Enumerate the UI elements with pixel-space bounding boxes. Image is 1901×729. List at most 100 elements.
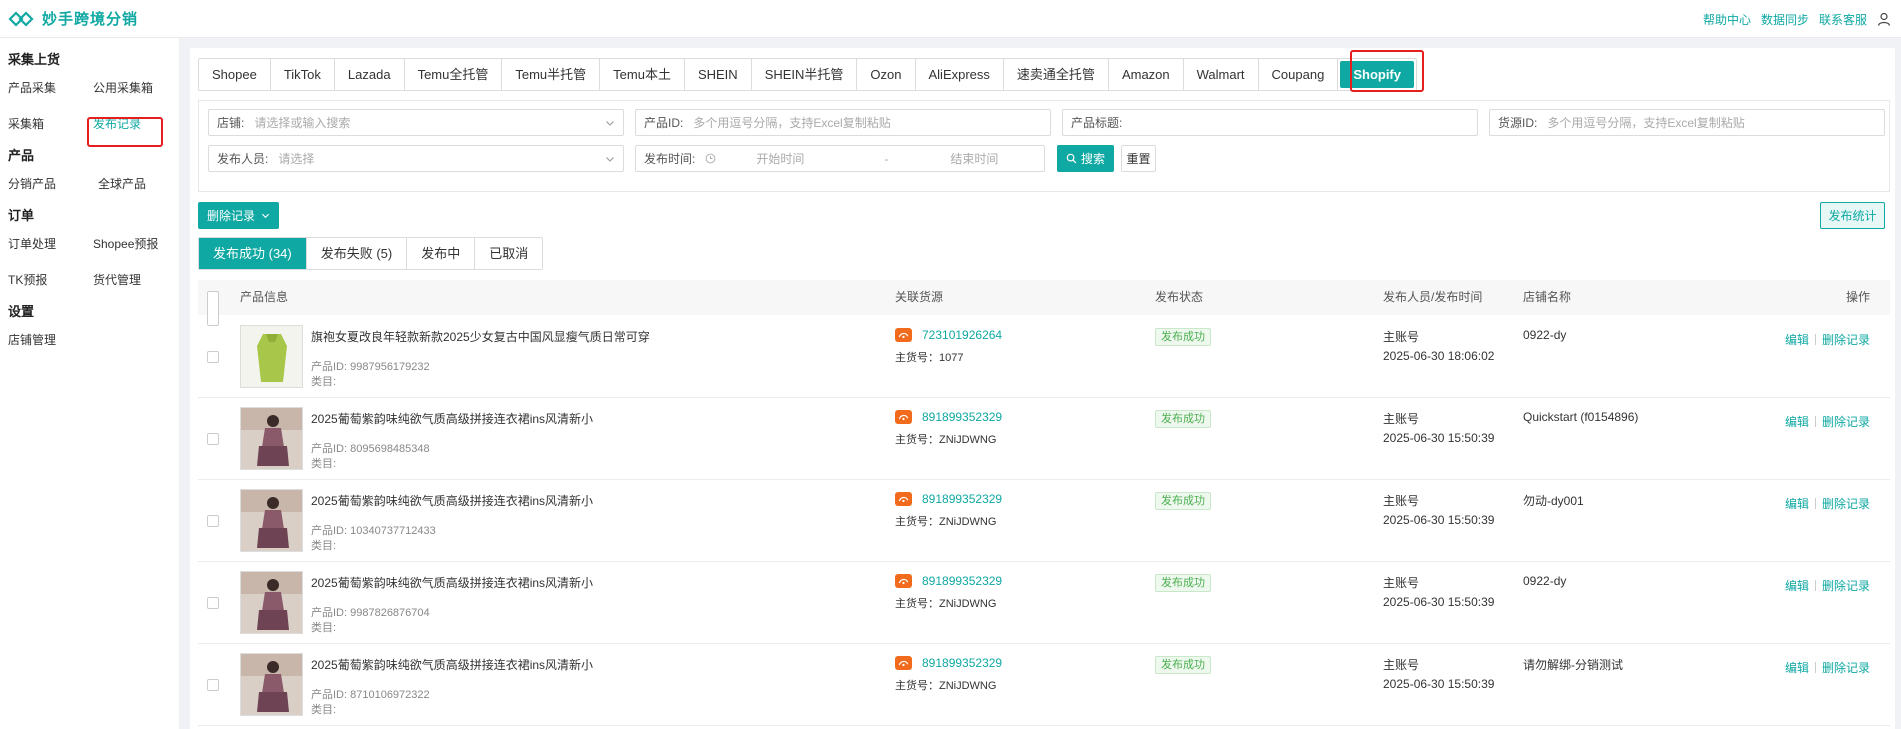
tab-walmart[interactable]: Walmart	[1184, 59, 1259, 90]
contact-support-link[interactable]: 联系客服	[1819, 11, 1867, 28]
product-id-input[interactable]: 产品ID: 多个用逗号分隔，支持Excel复制粘贴	[635, 109, 1051, 136]
tab-aliexpress-full[interactable]: 速卖通全托管	[1004, 59, 1109, 90]
search-button[interactable]: 搜索	[1057, 145, 1114, 172]
product-id: 产品ID: 10340737712433	[311, 525, 436, 537]
source-id-link[interactable]: 891899352329	[922, 574, 1002, 588]
product-category: 类目:	[311, 376, 337, 388]
tab-aliexpress[interactable]: AliExpress	[916, 59, 1004, 90]
row-checkbox[interactable]	[207, 679, 219, 691]
supply-id-input[interactable]: 货源ID: 多个用逗号分隔，支持Excel复制粘贴	[1489, 109, 1885, 136]
action-divider	[1814, 416, 1816, 427]
product-image	[241, 408, 302, 469]
row-checkbox[interactable]	[207, 433, 219, 445]
row-actions: 编辑 删除记录	[1785, 495, 1870, 512]
data-sync-link[interactable]: 数据同步	[1761, 11, 1809, 28]
reset-button[interactable]: 重置	[1121, 145, 1156, 172]
column-header-actions: 操作	[1845, 290, 1870, 304]
product-thumbnail[interactable]	[240, 571, 303, 634]
product-title-input[interactable]: 产品标题:	[1062, 109, 1478, 136]
sidebar-item-global-products[interactable]: 全球产品	[93, 166, 178, 202]
sidebar-group-title: 产品	[8, 148, 35, 163]
sidebar-group-title: 采集上货	[8, 52, 61, 67]
source-id-link[interactable]: 891899352329	[922, 410, 1002, 424]
sidebar-item-product-collect[interactable]: 产品采集	[8, 70, 93, 106]
table-row: 2025葡萄紫韵味纯欲气质高级拼接连衣裙ins风清新小 产品ID: 809569…	[198, 398, 1890, 480]
tab-temu-local[interactable]: Temu本土	[600, 59, 685, 90]
publisher-name: 主账号	[1383, 330, 1420, 344]
source-id-link[interactable]: 891899352329	[922, 656, 1002, 670]
help-center-link[interactable]: 帮助中心	[1703, 11, 1751, 28]
sidebar-item-distribution-products[interactable]: 分销产品	[8, 166, 93, 202]
chevron-down-icon	[606, 120, 614, 126]
publish-time-range[interactable]: 发布时间: 开始时间 - 结束时间	[635, 145, 1045, 172]
tab-shopify[interactable]: Shopify	[1340, 61, 1414, 88]
status-badge: 发布成功	[1155, 328, 1211, 346]
start-time-placeholder[interactable]: 开始时间	[756, 150, 804, 167]
chevron-down-icon	[606, 156, 614, 162]
edit-button[interactable]: 编辑	[1785, 495, 1809, 512]
user-icon[interactable]	[1877, 12, 1891, 26]
table-row: 2025葡萄紫韵味纯欲气质高级拼接连衣裙ins风清新小 产品ID: 998782…	[198, 562, 1890, 644]
delete-records-button[interactable]: 删除记录	[198, 202, 279, 229]
sidebar-group-title: 设置	[8, 304, 35, 319]
top-header: 妙手跨境分销 帮助中心 数据同步 联系客服	[0, 0, 1901, 38]
sidebar-item-collect-box[interactable]: 采集箱	[8, 106, 93, 142]
app-logo[interactable]: 妙手跨境分销	[8, 8, 138, 29]
delete-record-button[interactable]: 删除记录	[1822, 577, 1870, 594]
tab-tiktok[interactable]: TikTok	[271, 59, 335, 90]
search-icon	[1066, 153, 1077, 164]
sidebar-item-shop-management[interactable]: 店铺管理	[8, 322, 93, 358]
source-id-link[interactable]: 891899352329	[922, 492, 1002, 506]
tab-lazada[interactable]: Lazada	[335, 59, 405, 90]
delete-record-button[interactable]: 删除记录	[1822, 413, 1870, 430]
tab-publishing[interactable]: 发布中	[407, 238, 476, 269]
tab-amazon[interactable]: Amazon	[1109, 59, 1184, 90]
shop-name: Quickstart (f0154896)	[1523, 410, 1639, 424]
tab-shein[interactable]: SHEIN	[685, 59, 752, 90]
publisher-placeholder: 请选择	[278, 152, 315, 166]
row-checkbox[interactable]	[207, 515, 219, 527]
edit-button[interactable]: 编辑	[1785, 413, 1809, 430]
end-time-placeholder[interactable]: 结束时间	[950, 150, 998, 167]
product-id: 产品ID: 8095698485348	[311, 443, 430, 455]
sidebar-item-forwarder[interactable]: 货代管理	[93, 262, 178, 298]
edit-button[interactable]: 编辑	[1785, 577, 1809, 594]
row-checkbox[interactable]	[207, 597, 219, 609]
sidebar-item-public-box[interactable]: 公用采集箱	[93, 70, 178, 106]
tab-cancelled[interactable]: 已取消	[475, 238, 542, 269]
edit-button[interactable]: 编辑	[1785, 331, 1809, 348]
sidebar: 采集上货 产品采集 公用采集箱 采集箱 发布记录 产品 分销产品 全球产品 订单…	[0, 38, 180, 729]
delete-record-button[interactable]: 删除记录	[1822, 659, 1870, 676]
product-thumbnail[interactable]	[240, 407, 303, 470]
sidebar-item-order-processing[interactable]: 订单处理	[8, 226, 93, 262]
tab-ozon[interactable]: Ozon	[857, 59, 916, 90]
product-thumbnail[interactable]	[240, 653, 303, 716]
edit-button[interactable]: 编辑	[1785, 659, 1809, 676]
app-name: 妙手跨境分销	[42, 11, 139, 28]
shop-select[interactable]: 店铺: 请选择或输入搜索	[208, 109, 624, 136]
tab-coupang[interactable]: Coupang	[1259, 59, 1339, 90]
shop-label: 店铺:	[217, 116, 245, 130]
tab-shein-semi[interactable]: SHEIN半托管	[752, 59, 858, 90]
tab-publish-failed[interactable]: 发布失败 (5)	[307, 238, 408, 269]
row-checkbox[interactable]	[207, 351, 219, 363]
publisher-select[interactable]: 发布人员: 请选择	[208, 145, 624, 172]
delete-record-button[interactable]: 删除记录	[1822, 331, 1870, 348]
publish-stats-button[interactable]: 发布统计	[1820, 202, 1885, 229]
delete-record-button[interactable]: 删除记录	[1822, 495, 1870, 512]
sidebar-item-shopee-forecast[interactable]: Shopee预报	[93, 226, 178, 262]
sidebar-item-publish-records[interactable]: 发布记录	[93, 106, 178, 142]
source-id-link[interactable]: 723101926264	[922, 328, 1002, 342]
tab-shopee[interactable]: Shopee	[199, 59, 271, 90]
status-tabs: 发布成功 (34) 发布失败 (5) 发布中 已取消	[198, 237, 544, 270]
product-thumbnail[interactable]	[240, 489, 303, 552]
sidebar-group-title: 订单	[8, 208, 35, 223]
product-thumbnail[interactable]	[240, 325, 303, 388]
status-badge: 发布成功	[1155, 410, 1211, 428]
tab-temu-full[interactable]: Temu全托管	[405, 59, 503, 90]
tab-publish-success[interactable]: 发布成功 (34)	[199, 238, 307, 269]
tab-temu-semi[interactable]: Temu半托管	[502, 59, 601, 90]
sidebar-item-tk-forecast[interactable]: TK预报	[8, 262, 93, 298]
column-header-status: 发布状态	[1155, 290, 1204, 304]
product-image	[241, 326, 302, 387]
